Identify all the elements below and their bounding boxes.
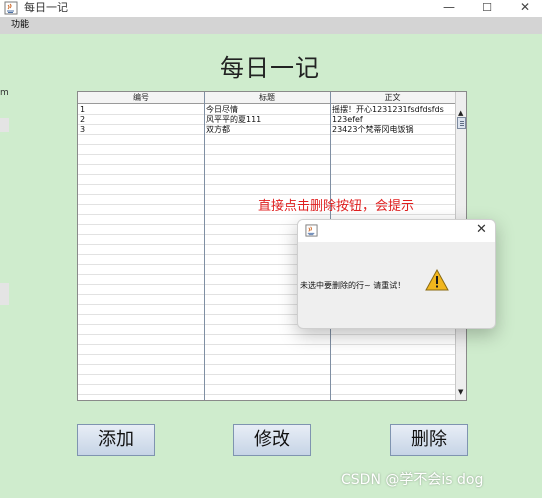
column-header-title[interactable]: 标题 <box>204 92 330 104</box>
table-header: 编号 标题 正文 <box>78 92 455 104</box>
row-divider <box>78 354 455 355</box>
table-row[interactable]: 2 风平平的夏111 123efef <box>78 115 455 124</box>
window-title: 每日一记 <box>24 1 68 14</box>
scroll-thumb-grip <box>460 121 464 122</box>
scroll-thumb-grip <box>460 123 464 124</box>
table-row[interactable]: 3 双方都 23423个梵蒂冈电饭锅 <box>78 125 455 134</box>
column-divider <box>204 92 205 400</box>
close-button[interactable]: ✕ <box>502 0 542 17</box>
scroll-thumb-grip <box>460 125 464 126</box>
cell-title: 双方都 <box>206 125 230 134</box>
dialog-message: 未选中要删除的行~ 请重试！ <box>300 281 406 290</box>
background-window-fragment <box>0 118 9 132</box>
row-divider <box>78 174 455 175</box>
row-divider <box>78 214 455 215</box>
row-divider <box>78 144 455 145</box>
row-divider <box>78 334 455 335</box>
menu-item-functions[interactable]: 功能 <box>11 17 29 34</box>
cell-content: 123efef <box>332 115 363 124</box>
page-title: 每日一记 <box>220 54 320 82</box>
row-divider <box>78 364 455 365</box>
row-divider <box>78 154 455 155</box>
background-window-fragment <box>0 283 9 305</box>
row-divider <box>78 384 455 385</box>
window-title-bar: 每日一记 — ☐ ✕ <box>0 0 542 17</box>
cell-id: 2 <box>80 115 86 124</box>
cell-content: 摇摆！开心1231231fsdfdsfds <box>332 105 444 114</box>
row-divider <box>78 184 455 185</box>
annotation-text: 直接点击删除按钮，会提示 <box>258 199 415 214</box>
watermark: CSDN @学不会is dog <box>341 472 484 488</box>
cell-id: 1 <box>80 105 86 114</box>
warning-icon <box>425 269 449 291</box>
delete-button[interactable]: 删除 <box>390 424 468 456</box>
dialog-title-bar: ✕ <box>298 220 495 242</box>
row-divider <box>78 394 455 395</box>
java-app-icon <box>305 224 318 237</box>
cell-title: 今日尽情 <box>206 105 238 114</box>
row-divider <box>78 344 455 345</box>
scroll-thumb[interactable] <box>457 117 466 129</box>
column-header-content[interactable]: 正文 <box>330 92 455 104</box>
cell-title: 风平平的夏111 <box>206 115 262 124</box>
warning-dialog: ✕ 未选中要删除的行~ 请重试！ <box>297 219 496 329</box>
cell-content: 23423个梵蒂冈电饭锅 <box>332 125 414 134</box>
dialog-close-button[interactable]: ✕ <box>476 222 487 237</box>
row-divider <box>78 164 455 165</box>
menu-bar: 功能 <box>0 17 542 34</box>
table-row[interactable]: 1 今日尽情 摇摆！开心1231231fsdfdsfds <box>78 105 455 114</box>
row-divider <box>78 134 455 135</box>
scroll-down-arrow-icon[interactable]: ▼ <box>458 388 463 396</box>
cell-id: 3 <box>80 125 86 134</box>
add-button[interactable]: 添加 <box>77 424 155 456</box>
column-header-id[interactable]: 编号 <box>78 92 204 104</box>
scroll-up-arrow-icon[interactable]: ▲ <box>458 109 463 117</box>
edit-button[interactable]: 修改 <box>233 424 311 456</box>
java-app-icon <box>4 1 18 15</box>
row-divider <box>78 374 455 375</box>
background-window-text: m <box>0 88 9 98</box>
